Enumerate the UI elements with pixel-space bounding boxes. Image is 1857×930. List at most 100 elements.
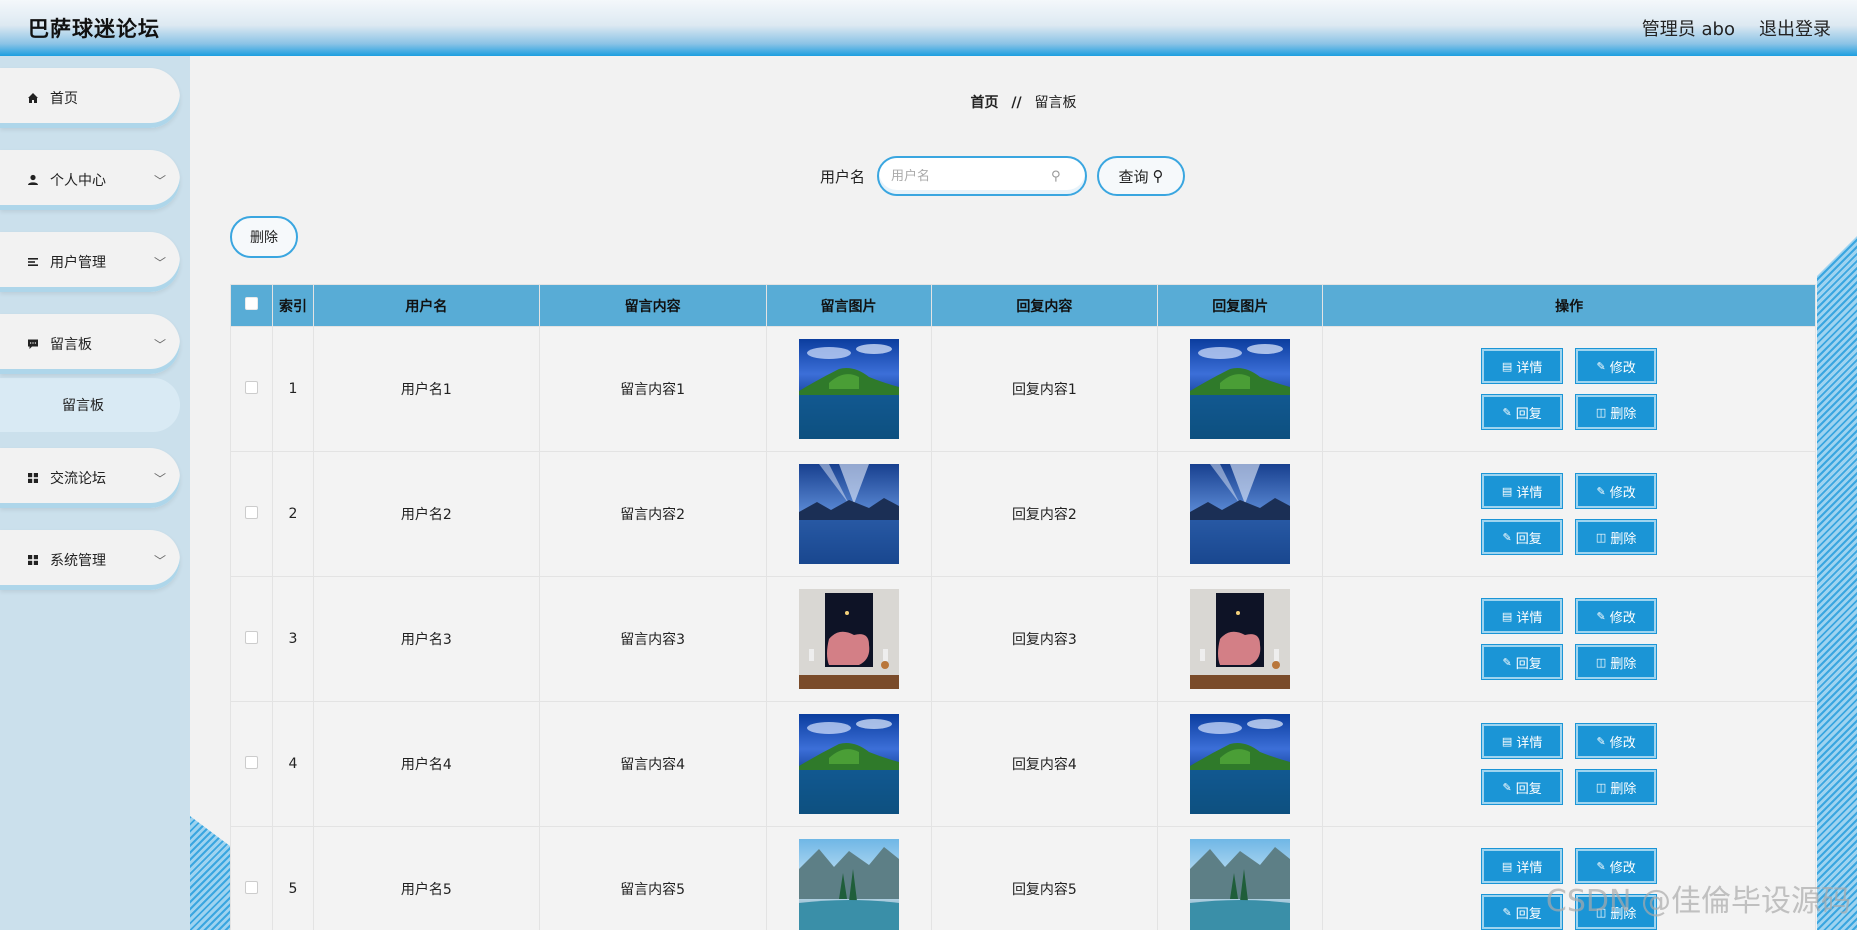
top-header: 巴萨球迷论坛 管理员 abo 退出登录 <box>0 0 1857 56</box>
detail-label: 详情 <box>1516 735 1543 751</box>
chevron-down-icon: ﹀ <box>153 338 166 352</box>
sidebar-item-label: 留言板 <box>50 337 92 353</box>
sidebar-item-personal-center[interactable]: 个人中心 ﹀ <box>0 150 180 210</box>
batch-delete-button[interactable]: 删除 <box>230 216 298 258</box>
sidebar-item-label: 用户管理 <box>50 255 106 271</box>
row-checkbox[interactable] <box>244 880 258 894</box>
delete-label: 删除 <box>1610 781 1637 797</box>
sidebar-item-message-board[interactable]: 留言板 ﹀ <box>0 314 180 374</box>
message-image[interactable] <box>798 714 899 814</box>
column-header: 回复内容 <box>930 284 1159 327</box>
reply-button[interactable]: ✎ 回复 <box>1482 645 1563 679</box>
reply-label: 回复 <box>1515 406 1542 422</box>
reply-button[interactable]: ✎ 回复 <box>1482 395 1563 429</box>
edit-button[interactable]: ✎ 修改 <box>1576 724 1657 758</box>
edit-button[interactable]: ✎ 修改 <box>1576 349 1657 383</box>
query-button[interactable]: 查询 ⚲ <box>1097 156 1186 196</box>
row-select-cell <box>230 826 273 930</box>
reply-label: 回复 <box>1515 906 1542 922</box>
trash-icon: ◫ <box>1595 780 1607 794</box>
app-title: 巴萨球迷论坛 <box>28 17 160 41</box>
reply-cell: 回复内容4 <box>930 701 1159 827</box>
reply-image-cell <box>1157 701 1324 827</box>
sidebar-item-user-management[interactable]: 用户管理 ﹀ <box>0 232 180 292</box>
reply-cell: 回复内容1 <box>930 326 1159 452</box>
delete-button[interactable]: ◫ 删除 <box>1576 770 1657 804</box>
delete-label: 删除 <box>1610 531 1637 547</box>
reply-cell: 回复内容3 <box>930 576 1159 702</box>
column-header: 索引 <box>271 284 314 327</box>
delete-button[interactable]: ◫ 删除 <box>1576 520 1657 554</box>
reply-image[interactable] <box>1190 839 1291 930</box>
sidebar-item-label: 个人中心 <box>50 173 106 189</box>
column-header: 回复图片 <box>1157 284 1324 327</box>
reply-image[interactable] <box>1190 714 1291 814</box>
sidebar-item-system-management[interactable]: 系统管理 ﹀ <box>0 530 180 590</box>
index-cell: 4 <box>271 701 314 827</box>
row-select-cell <box>230 451 273 577</box>
sidebar-subitem-message-board[interactable]: 留言板 <box>0 378 180 432</box>
message-image-cell <box>765 701 932 827</box>
edit-label: 修改 <box>1609 360 1636 376</box>
delete-button[interactable]: ◫ 删除 <box>1576 645 1657 679</box>
detail-button[interactable]: ▤ 详情 <box>1482 474 1563 508</box>
row-checkbox[interactable] <box>244 380 258 394</box>
pencil-icon: ✎ <box>1596 859 1606 873</box>
index-cell: 1 <box>271 326 314 452</box>
delete-label: 删除 <box>1610 406 1637 422</box>
sidebar-item-label: 系统管理 <box>50 553 106 569</box>
query-button-label: 查询 <box>1118 167 1149 186</box>
table-row: 3 用户名3 留言内容3 回复内容3 ▤ 详情 ✎ 修改 ✎ 回复 ◫ 删除 <box>230 576 1816 702</box>
sidebar-item-home[interactable]: 首页 <box>0 68 180 128</box>
delete-button[interactable]: ◫ 删除 <box>1576 395 1657 429</box>
row-checkbox[interactable] <box>244 505 258 519</box>
user-icon <box>26 173 40 187</box>
index-cell: 2 <box>271 451 314 577</box>
reply-button[interactable]: ✎ 回复 <box>1482 770 1563 804</box>
reply-image[interactable] <box>1190 464 1291 564</box>
message-image[interactable] <box>798 464 899 564</box>
reply-image[interactable] <box>1190 589 1291 689</box>
username-cell: 用户名5 <box>312 826 540 930</box>
reply-button[interactable]: ✎ 回复 <box>1482 520 1563 554</box>
column-header: 用户名 <box>312 284 540 327</box>
edit-button[interactable]: ✎ 修改 <box>1576 599 1657 633</box>
table-header-row: 索引 用户名 留言内容 留言图片 回复内容 回复图片 操作 <box>230 284 1816 327</box>
message-image[interactable] <box>798 589 899 689</box>
edit-button[interactable]: ✎ 修改 <box>1576 474 1657 508</box>
reply-image[interactable] <box>1190 339 1291 439</box>
search-box: ⚲ <box>877 156 1088 196</box>
detail-button[interactable]: ▤ 详情 <box>1482 599 1563 633</box>
row-checkbox[interactable] <box>244 755 258 769</box>
search-input[interactable] <box>891 168 1052 184</box>
detail-button[interactable]: ▤ 详情 <box>1482 724 1563 758</box>
select-all-checkbox[interactable] <box>244 297 258 310</box>
edit-label: 修改 <box>1609 610 1636 626</box>
row-checkbox[interactable] <box>244 630 258 644</box>
content-cell: 留言内容4 <box>538 701 767 827</box>
edit-label: 修改 <box>1609 860 1636 876</box>
sidebar-item-forum[interactable]: 交流论坛 ﹀ <box>0 448 180 508</box>
row-select-cell <box>230 701 273 827</box>
document-icon: ▤ <box>1501 859 1513 873</box>
content-cell: 留言内容2 <box>538 451 767 577</box>
actions-cell: ▤ 详情 ✎ 修改 ✎ 回复 ◫ 删除 <box>1322 451 1816 577</box>
detail-label: 详情 <box>1516 610 1543 626</box>
chevron-down-icon: ﹀ <box>153 554 166 568</box>
pencil-icon: ✎ <box>1596 609 1606 623</box>
message-image[interactable] <box>798 339 899 439</box>
pencil-icon: ✎ <box>1502 405 1512 419</box>
sidebar: 首页 个人中心 ﹀ 用户管理 ﹀ 留言板 ﹀ 留言板 交流论坛 ﹀ 系统管理 ﹀ <box>0 56 190 930</box>
trash-icon: ◫ <box>1595 530 1607 544</box>
admin-user-label[interactable]: 管理员 abo <box>1642 15 1735 41</box>
detail-button[interactable]: ▤ 详情 <box>1482 349 1563 383</box>
batch-delete-label: 删除 <box>250 230 278 246</box>
breadcrumb-home[interactable]: 首页 <box>971 95 999 111</box>
logout-link[interactable]: 退出登录 <box>1759 15 1831 41</box>
username-cell: 用户名1 <box>312 326 540 452</box>
reply-label: 回复 <box>1515 531 1542 547</box>
username-cell: 用户名3 <box>312 576 540 702</box>
pencil-icon: ✎ <box>1502 530 1512 544</box>
reply-image-cell <box>1157 576 1324 702</box>
message-image[interactable] <box>798 839 899 930</box>
